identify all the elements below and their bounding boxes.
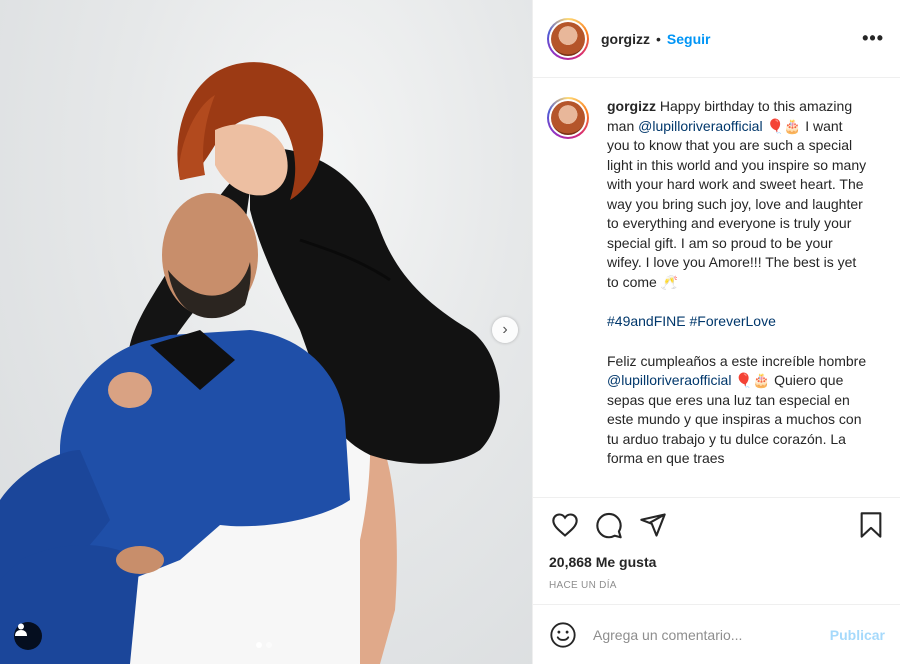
caption-text-part: Feliz cumpleaños a este increíble hombre bbox=[607, 352, 867, 369]
share-icon[interactable] bbox=[639, 511, 667, 539]
hashtag-link[interactable]: #49andFINE bbox=[607, 313, 686, 329]
post-photo[interactable]: › bbox=[0, 0, 532, 664]
comment-icon[interactable] bbox=[595, 511, 623, 539]
more-icon[interactable]: ••• bbox=[862, 28, 884, 49]
caption-text: gorgizz Happy birthday to this amazing m… bbox=[607, 97, 869, 469]
post-timestamp[interactable]: HACE UN DÍA bbox=[549, 580, 885, 591]
add-comment-bar: Publicar bbox=[533, 604, 900, 664]
mention-link[interactable]: @lupilloriveraofficial bbox=[607, 372, 731, 388]
action-bar: 20,868 Me gusta HACE UN DÍA bbox=[533, 497, 900, 597]
caption-username[interactable]: gorgizz bbox=[607, 98, 656, 114]
emoji-icon[interactable] bbox=[549, 621, 577, 649]
photo-illustration bbox=[0, 62, 500, 664]
user-tag-icon bbox=[15, 623, 27, 636]
header-separator: • bbox=[656, 30, 661, 47]
caption-section[interactable]: gorgizz Happy birthday to this amazing m… bbox=[533, 79, 900, 497]
heart-icon[interactable] bbox=[551, 511, 579, 539]
caption-spanish: Feliz cumpleaños a este increíble hombre… bbox=[607, 352, 869, 469]
like-count[interactable]: 20,868 Me gusta bbox=[549, 554, 885, 570]
mention-link[interactable]: @lupilloriveraofficial bbox=[638, 118, 762, 134]
user-tag-button[interactable] bbox=[14, 622, 42, 650]
bookmark-icon[interactable] bbox=[857, 511, 885, 539]
chevron-right-icon: › bbox=[502, 321, 508, 338]
carousel-next-button[interactable]: › bbox=[492, 317, 518, 343]
carousel-dot bbox=[266, 642, 272, 648]
hashtags: #49andFINE #ForeverLove bbox=[607, 312, 869, 332]
hashtag-link[interactable]: #ForeverLove bbox=[690, 313, 776, 329]
caption-avatar[interactable] bbox=[547, 97, 589, 139]
author-username[interactable]: gorgizz bbox=[601, 31, 650, 47]
publish-button[interactable]: Publicar bbox=[830, 627, 885, 643]
caption-text-part: 🎈🎂 I want you to know that you are such … bbox=[607, 117, 867, 290]
post-header: gorgizz • Seguir ••• bbox=[533, 0, 900, 78]
carousel-indicator bbox=[256, 642, 272, 648]
comment-input[interactable] bbox=[593, 626, 830, 643]
carousel-dot-active bbox=[256, 642, 262, 648]
post-sidebar: gorgizz • Seguir ••• gorgizz Happy birth… bbox=[532, 0, 900, 664]
avatar[interactable] bbox=[547, 17, 589, 60]
follow-button[interactable]: Seguir bbox=[667, 31, 711, 47]
